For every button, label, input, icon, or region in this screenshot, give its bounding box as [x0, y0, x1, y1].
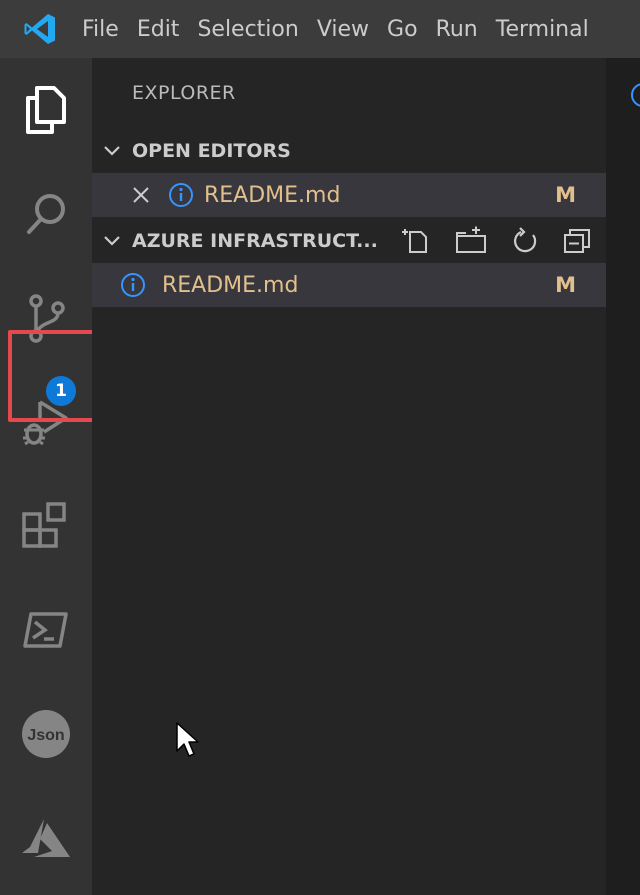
menu-view[interactable]: View [317, 17, 387, 42]
powershell-icon [23, 612, 68, 648]
open-editor-item[interactable]: README.md M [92, 173, 606, 217]
azure-icon [22, 819, 70, 857]
open-editors-header[interactable]: OPEN EDITORS [92, 129, 606, 173]
chevron-down-icon [92, 235, 132, 247]
info-icon [168, 182, 204, 208]
workspace-file-item[interactable]: README.md M [92, 263, 606, 307]
json-activity-button[interactable]: Json [0, 682, 92, 786]
collapse-all-icon[interactable] [562, 226, 592, 256]
menu-bar: File Edit Selection View Go Run Terminal [80, 17, 607, 42]
search-activity-button[interactable] [0, 162, 92, 266]
editor-area[interactable] [606, 58, 640, 895]
explorer-title: EXPLORER [132, 82, 236, 104]
explorer-toolbar [398, 226, 592, 256]
mouse-cursor-icon [176, 722, 199, 757]
menu-terminal[interactable]: Terminal [496, 17, 607, 42]
info-icon [120, 272, 162, 298]
menu-file[interactable]: File [80, 17, 137, 42]
powershell-activity-button[interactable] [0, 578, 92, 682]
extensions-activity-button[interactable] [0, 474, 92, 578]
json-icon-label: Json [27, 727, 64, 744]
open-editors-label: OPEN EDITORS [132, 140, 291, 162]
modified-badge: M [555, 273, 576, 297]
menu-edit[interactable]: Edit [137, 17, 198, 42]
workspace-folder-header[interactable]: AZURE INFRASTRUCT... [92, 219, 606, 263]
search-icon [27, 194, 65, 234]
title-bar: File Edit Selection View Go Run Terminal [0, 0, 640, 58]
source-control-icon [29, 294, 65, 343]
workspace-folder-label: AZURE INFRASTRUCT... [132, 230, 378, 252]
explorer-activity-button[interactable] [0, 58, 92, 162]
new-file-icon[interactable] [398, 226, 432, 256]
source-control-activity-button[interactable] [0, 266, 92, 370]
chevron-down-icon [92, 145, 132, 157]
close-icon[interactable] [132, 186, 168, 204]
workspace-filename: README.md [162, 272, 299, 298]
menu-run[interactable]: Run [436, 17, 496, 42]
menu-go[interactable]: Go [387, 17, 436, 42]
info-icon [631, 83, 640, 107]
refresh-icon[interactable] [510, 226, 540, 256]
azure-activity-button[interactable] [0, 786, 92, 890]
open-editor-filename: README.md [204, 182, 341, 208]
vscode-logo-icon [0, 0, 80, 58]
source-control-badge: 1 [46, 376, 76, 406]
extensions-icon [22, 502, 66, 548]
menu-selection[interactable]: Selection [197, 17, 316, 42]
explorer-sidebar: EXPLORER OPEN EDITORS README.md M AZURE … [92, 58, 606, 895]
json-icon: Json [22, 710, 70, 758]
activity-bar: Json 1 [0, 58, 102, 895]
new-folder-icon[interactable] [454, 226, 488, 256]
modified-badge: M [555, 183, 576, 207]
files-icon [26, 86, 66, 134]
